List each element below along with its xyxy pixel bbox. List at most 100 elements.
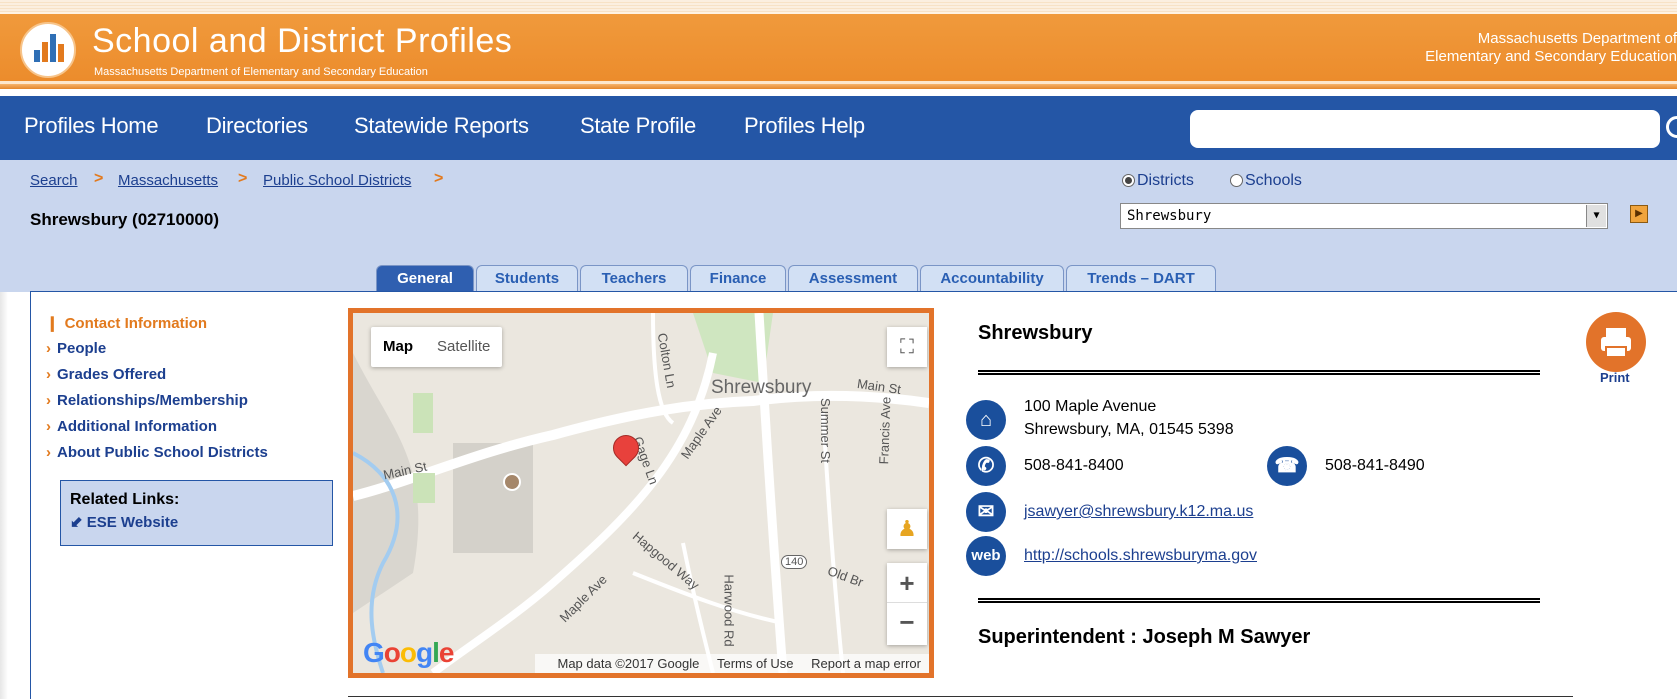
email-link[interactable]: jsawyer@shrewsbury.k12.ma.us: [1024, 503, 1253, 521]
banner-divider: [0, 84, 1677, 89]
phone-icon: ✆: [966, 446, 1006, 486]
terms-of-use-link[interactable]: Terms of Use: [717, 656, 794, 671]
email-icon: ✉: [966, 492, 1006, 532]
nav-state-profile[interactable]: State Profile: [580, 113, 696, 139]
radio-districts-label: Districts: [1137, 172, 1194, 189]
radio-icon[interactable]: [1230, 174, 1243, 187]
district-select-value: Shrewsbury: [1127, 208, 1212, 224]
map-street-label: Francis Ave: [876, 396, 894, 465]
sidebar-item-label: People: [57, 340, 107, 357]
school-marker-icon[interactable]: [503, 473, 521, 491]
map-place-label: Shrewsbury: [711, 377, 812, 398]
link-icon: ⬋: [70, 514, 87, 531]
tab-accountability[interactable]: Accountability: [920, 265, 1064, 293]
district-select[interactable]: Shrewsbury ▼: [1120, 203, 1608, 229]
sidebar-item-contact-information[interactable]: ❙ Contact Information: [46, 314, 207, 332]
divider: [348, 696, 1573, 697]
tab-general[interactable]: General: [376, 265, 474, 293]
ese-website-label: ESE Website: [86, 514, 179, 531]
map-attribution: Map data ©2017 Google Terms of Use Repor…: [535, 654, 929, 673]
sidebar-item-label: Relationships/Membership: [57, 392, 248, 409]
current-marker-icon: ❙: [46, 315, 59, 332]
chevron-right-icon: ›: [46, 392, 51, 409]
sidebar-item-label: Contact Information: [64, 315, 208, 332]
breadcrumb-search[interactable]: Search: [30, 172, 78, 189]
report-map-error-link[interactable]: Report a map error: [811, 656, 921, 671]
sidebar-item-grades-offered[interactable]: › Grades Offered: [46, 366, 166, 383]
site-title[interactable]: School and District Profiles: [92, 22, 512, 61]
org-name-line1: Massachusetts Department of: [1477, 30, 1677, 47]
breadcrumb-public-school-districts[interactable]: Public School Districts: [263, 172, 411, 189]
map-type-satellite[interactable]: Satellite: [425, 327, 502, 367]
divider: [978, 598, 1540, 603]
tab-assessment[interactable]: Assessment: [788, 265, 918, 293]
pegman-icon[interactable]: ♟: [887, 509, 927, 549]
map-type-toggle: Map Satellite: [371, 327, 503, 367]
contact-name: Shrewsbury: [978, 322, 1093, 344]
top-stripe: [0, 0, 1677, 12]
print-button[interactable]: [1586, 312, 1646, 372]
sidebar-item-additional-information[interactable]: › Additional Information: [46, 418, 217, 435]
fullscreen-icon[interactable]: ⛶: [887, 327, 927, 367]
sidebar-item-label: Grades Offered: [57, 366, 167, 383]
go-button[interactable]: ▶: [1630, 205, 1648, 223]
map-street-label: Summer St: [818, 397, 834, 464]
tab-students[interactable]: Students: [476, 265, 578, 293]
org-name: Massachusetts Department of Elementary a…: [1425, 30, 1677, 66]
zoom-control: + −: [887, 563, 927, 645]
address-line2: Shrewsbury, MA, 01545 5398: [1024, 421, 1234, 438]
sidebar-item-relationships[interactable]: › Relationships/Membership: [46, 392, 248, 409]
related-links-title: Related Links:: [70, 491, 180, 508]
map-canvas[interactable]: [353, 313, 929, 673]
tab-finance[interactable]: Finance: [690, 265, 786, 293]
divider: [978, 370, 1540, 375]
superintendent: Superintendent : Joseph M Sawyer: [978, 626, 1311, 648]
sidebar-item-about-districts[interactable]: › About Public School Districts: [46, 444, 268, 461]
chevron-right-icon: ›: [46, 340, 51, 357]
radio-icon[interactable]: [1122, 174, 1135, 187]
sidebar-item-label: Additional Information: [57, 418, 217, 435]
related-links-box: Related Links: ⬋ ESE Website: [60, 480, 333, 546]
fax-icon: ☎: [1267, 446, 1307, 486]
site-subtitle: Massachusetts Department of Elementary a…: [94, 66, 428, 78]
radio-schools[interactable]: Schools: [1230, 172, 1302, 190]
chevron-right-icon: ›: [46, 418, 51, 435]
map-type-map[interactable]: Map: [371, 327, 425, 367]
tab-trends-dart[interactable]: Trends – DART: [1066, 265, 1216, 293]
chevron-right-icon: ›: [46, 444, 51, 461]
sidebar-item-people[interactable]: › People: [46, 340, 106, 357]
chevron-right-icon: ›: [46, 366, 51, 383]
chevron-down-icon[interactable]: ▼: [1586, 205, 1606, 227]
print-icon: [1601, 328, 1631, 358]
zoom-out-icon[interactable]: −: [887, 603, 927, 643]
address-line1: 100 Maple Avenue: [1024, 398, 1157, 415]
nav-profiles-home[interactable]: Profiles Home: [24, 113, 159, 139]
nav-directories[interactable]: Directories: [206, 113, 308, 139]
search-icon[interactable]: [1666, 116, 1677, 138]
map[interactable]: Shrewsbury Main St Main St Maple Ave Map…: [348, 308, 934, 678]
page-title: Shrewsbury (02710000): [30, 210, 219, 229]
sidebar-item-label: About Public School Districts: [57, 444, 268, 461]
web-icon: web: [966, 536, 1006, 576]
zoom-in-icon[interactable]: +: [887, 563, 927, 603]
breadcrumb-massachusetts[interactable]: Massachusetts: [118, 172, 218, 189]
main-nav: Profiles Home Directories Statewide Repo…: [0, 96, 1677, 160]
phone-number: 508-841-8400: [1024, 457, 1124, 474]
radio-schools-label: Schools: [1245, 172, 1302, 189]
tab-teachers[interactable]: Teachers: [580, 265, 688, 293]
search-input[interactable]: [1190, 110, 1660, 148]
map-data-credit: Map data ©2017 Google: [557, 656, 700, 671]
website-link[interactable]: http://schools.shrewsburyma.gov: [1024, 547, 1257, 565]
home-icon: ⌂: [966, 400, 1006, 440]
nav-statewide-reports[interactable]: Statewide Reports: [354, 113, 529, 139]
header-banner: School and District Profiles Massachuset…: [0, 12, 1677, 84]
logo-icon[interactable]: [20, 22, 76, 78]
nav-profiles-help[interactable]: Profiles Help: [744, 113, 865, 139]
print-label[interactable]: Print: [1600, 370, 1630, 385]
ese-website-link[interactable]: ⬋ ESE Website: [70, 513, 178, 531]
page-shadow: [0, 292, 8, 699]
route-badge: 140: [781, 555, 808, 569]
radio-districts[interactable]: Districts: [1122, 172, 1194, 190]
breadcrumb-separator: >: [94, 170, 104, 187]
org-name-line2: Elementary and Secondary Education: [1425, 48, 1677, 65]
